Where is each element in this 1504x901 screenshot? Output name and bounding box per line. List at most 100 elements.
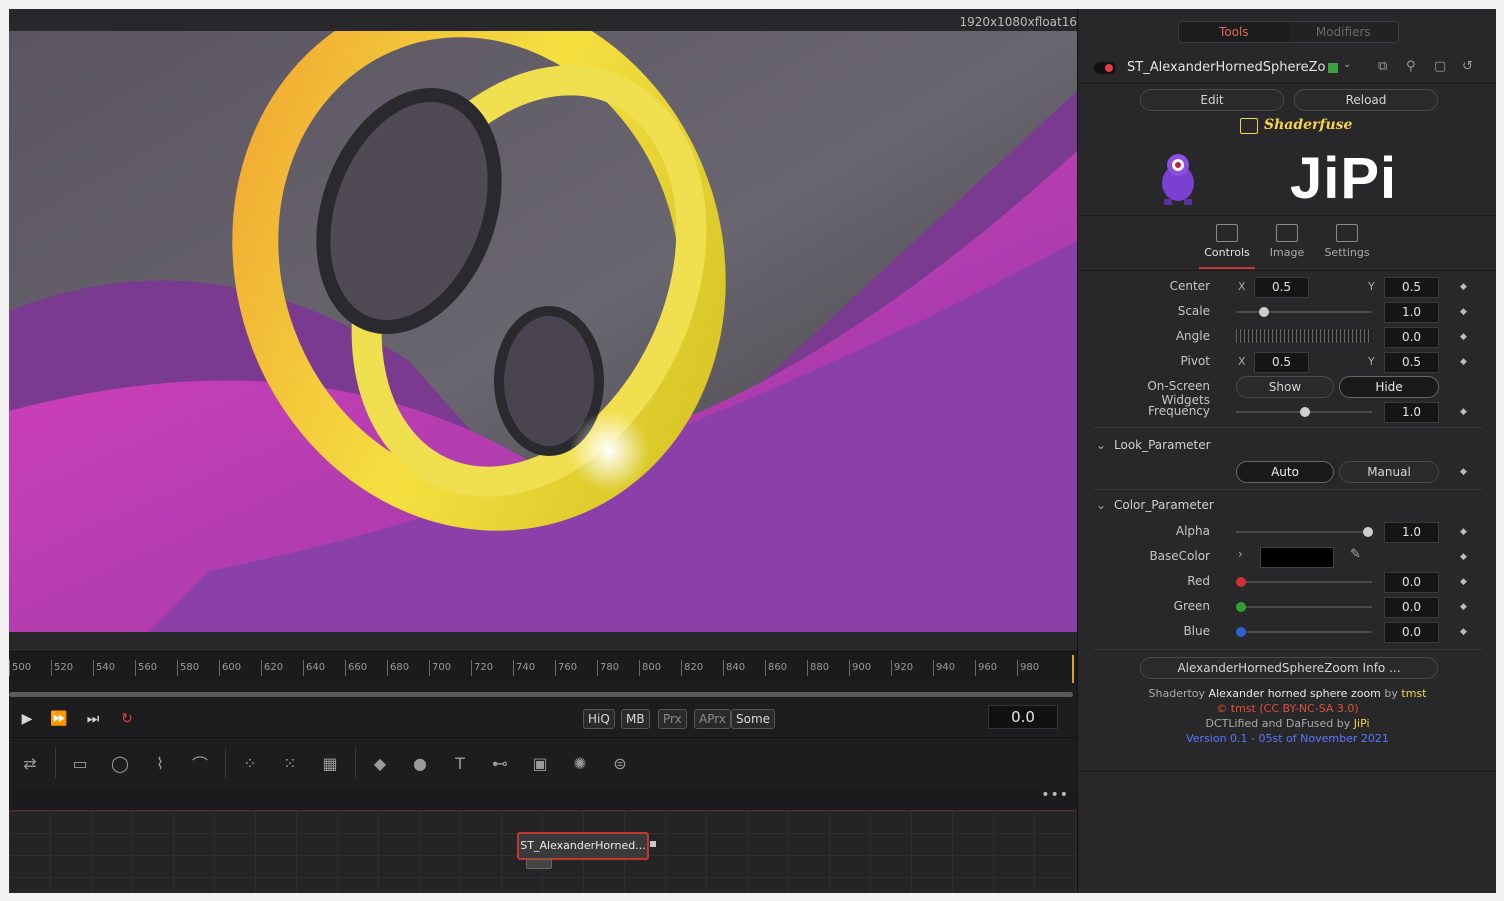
- widgets-hide-button[interactable]: Hide: [1339, 376, 1439, 398]
- tool-color-swatch[interactable]: [1328, 63, 1338, 73]
- keyframe-icon[interactable]: ◆: [1460, 627, 1467, 637]
- keyframe-icon[interactable]: ◆: [1460, 467, 1467, 477]
- rectangle-icon[interactable]: ▭: [67, 750, 93, 776]
- green-field[interactable]: 0.0: [1384, 597, 1439, 618]
- tab-image[interactable]: Image: [1259, 224, 1315, 259]
- chevron-down-icon[interactable]: ⌄: [1343, 59, 1351, 70]
- particle-force-icon[interactable]: ⁙: [277, 750, 303, 776]
- scale-slider-track[interactable]: [1236, 311, 1372, 313]
- look-manual-button[interactable]: Manual: [1339, 461, 1439, 483]
- color-parameter-section[interactable]: Color_Parameter: [1114, 498, 1214, 512]
- pivot-x-field[interactable]: 0.5: [1254, 352, 1309, 373]
- box3d-icon[interactable]: ▣: [527, 750, 553, 776]
- angle-field[interactable]: 0.0: [1384, 327, 1439, 348]
- pin-icon[interactable]: ⚲: [1406, 59, 1416, 74]
- renderer3d-icon[interactable]: ⊜: [607, 750, 633, 776]
- monster-mascot-icon: [1162, 154, 1194, 205]
- alpha-slider-thumb[interactable]: [1363, 527, 1373, 537]
- shader-node[interactable]: ST_AlexanderHorned...: [517, 832, 649, 860]
- particle-emitter-icon[interactable]: ⁘: [237, 750, 263, 776]
- eyedropper-icon[interactable]: ✎: [1350, 547, 1361, 562]
- keyframe-icon[interactable]: ◆: [1460, 602, 1467, 612]
- mb-button[interactable]: MB: [621, 709, 650, 729]
- keyframe-icon[interactable]: ◆: [1460, 357, 1467, 367]
- blue-slider-thumb[interactable]: [1236, 627, 1246, 637]
- info-button[interactable]: AlexanderHornedSphereZoom Info ...: [1140, 657, 1438, 679]
- green-slider-track[interactable]: [1236, 606, 1372, 608]
- chevron-down-icon[interactable]: ⌄: [1096, 498, 1106, 512]
- look-auto-button[interactable]: Auto: [1236, 461, 1334, 483]
- tab-settings[interactable]: Settings: [1319, 224, 1375, 259]
- time-ruler[interactable]: 500 520 540 560 580 600 620 640 660 680 …: [9, 651, 1077, 686]
- swap-icon[interactable]: ⇄: [17, 750, 43, 776]
- blue-field[interactable]: 0.0: [1384, 622, 1439, 643]
- play-icon[interactable]: ▶: [17, 709, 37, 729]
- tab-modifiers[interactable]: Modifiers: [1289, 22, 1399, 42]
- angle-dial[interactable]: [1236, 329, 1372, 343]
- frequency-field[interactable]: 1.0: [1384, 402, 1439, 423]
- keyframe-icon[interactable]: ◆: [1460, 577, 1467, 587]
- center-y-field[interactable]: 0.5: [1384, 277, 1439, 298]
- viewer[interactable]: 1920x1080xfloat16: [9, 9, 1077, 651]
- look-parameter-section[interactable]: Look_Parameter: [1114, 438, 1211, 452]
- blue-slider-track[interactable]: [1236, 631, 1372, 633]
- keyframe-icon[interactable]: ◆: [1460, 407, 1467, 417]
- polygon-icon[interactable]: ⌇: [147, 750, 173, 776]
- credits-author-link[interactable]: tmst: [1401, 687, 1426, 700]
- skip-end-icon[interactable]: ⏭: [81, 709, 105, 729]
- keyframe-icon[interactable]: ◆: [1460, 307, 1467, 317]
- version-icon[interactable]: ⧉: [1378, 59, 1387, 74]
- widgets-show-button[interactable]: Show: [1236, 376, 1334, 398]
- timeline-scrollbar[interactable]: [9, 692, 1073, 697]
- camera3d-icon[interactable]: ⊷: [487, 750, 513, 776]
- bspline-icon[interactable]: ⌒: [187, 750, 213, 776]
- tool-toggle[interactable]: [1094, 62, 1116, 74]
- loop-icon[interactable]: ↻: [115, 709, 139, 729]
- scale-field[interactable]: 1.0: [1384, 302, 1439, 323]
- lock-icon[interactable]: ▢: [1434, 59, 1446, 74]
- reset-icon[interactable]: ↺: [1462, 59, 1473, 74]
- keyframe-icon[interactable]: ◆: [1460, 552, 1467, 562]
- credits-jipi-link[interactable]: JiPi: [1354, 717, 1370, 730]
- some-button[interactable]: Some: [731, 709, 776, 729]
- particle-render-icon[interactable]: ▦: [317, 750, 343, 776]
- frequency-slider-thumb[interactable]: [1300, 407, 1310, 417]
- chevron-down-icon[interactable]: ⌄: [1096, 438, 1106, 452]
- scale-slider-thumb[interactable]: [1259, 307, 1269, 317]
- panel-tabs: Controls Image Settings: [1078, 215, 1496, 271]
- basecolor-swatch[interactable]: [1260, 547, 1334, 568]
- ellipse-icon[interactable]: ◯: [107, 750, 133, 776]
- ruler-tick: 560: [135, 660, 157, 676]
- text3d-icon[interactable]: T: [447, 750, 473, 776]
- edit-button[interactable]: Edit: [1140, 89, 1284, 111]
- green-slider-thumb[interactable]: [1236, 602, 1246, 612]
- alpha-slider-track[interactable]: [1236, 531, 1372, 533]
- pivot-y-field[interactable]: 0.5: [1384, 352, 1439, 373]
- reload-button[interactable]: Reload: [1294, 89, 1438, 111]
- fast-forward-icon[interactable]: ⏩: [47, 709, 71, 729]
- red-slider-track[interactable]: [1236, 581, 1372, 583]
- merge3d-icon[interactable]: ●: [407, 750, 433, 776]
- keyframe-icon[interactable]: ◆: [1460, 282, 1467, 292]
- center-x-field[interactable]: 0.5: [1254, 277, 1309, 298]
- tab-controls[interactable]: Controls: [1199, 224, 1255, 259]
- playhead[interactable]: [1072, 655, 1074, 683]
- aprx-button[interactable]: APrx: [694, 709, 731, 729]
- red-slider-thumb[interactable]: [1236, 577, 1246, 587]
- red-field[interactable]: 0.0: [1384, 572, 1439, 593]
- render-image[interactable]: [9, 31, 1077, 632]
- node-input-port[interactable]: [526, 859, 552, 869]
- prx-button[interactable]: Prx: [658, 709, 687, 729]
- node-output-port[interactable]: [650, 841, 656, 847]
- alpha-field[interactable]: 1.0: [1384, 522, 1439, 543]
- credits-shader-link[interactable]: Alexander horned sphere zoom: [1209, 687, 1381, 700]
- light3d-icon[interactable]: ✺: [567, 750, 593, 776]
- chevron-right-icon[interactable]: ›: [1238, 547, 1243, 561]
- more-options-icon[interactable]: •••: [1041, 787, 1069, 803]
- tab-tools[interactable]: Tools: [1179, 22, 1289, 42]
- shape3d-icon[interactable]: ◆: [367, 750, 393, 776]
- keyframe-icon[interactable]: ◆: [1460, 332, 1467, 342]
- current-time-field[interactable]: 0.0: [988, 705, 1058, 729]
- keyframe-icon[interactable]: ◆: [1460, 527, 1467, 537]
- hiq-button[interactable]: HiQ: [583, 709, 615, 729]
